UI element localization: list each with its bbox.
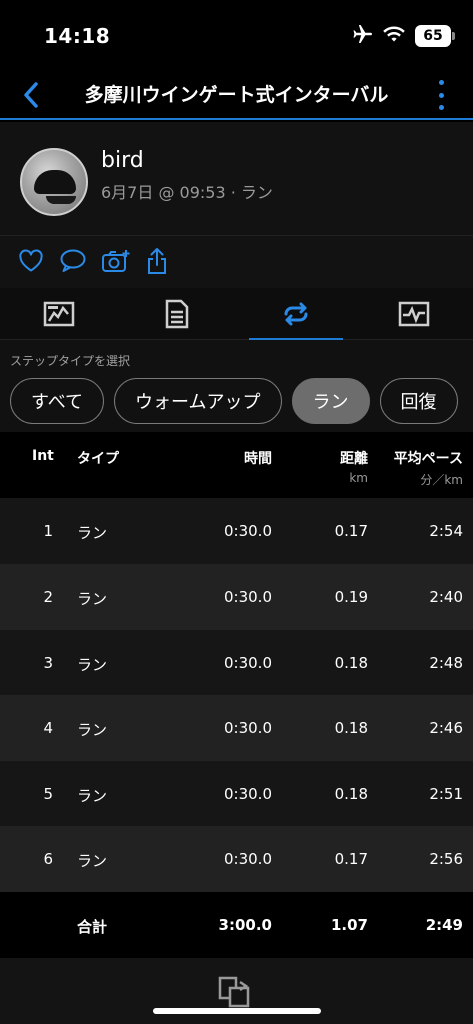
more-options-button[interactable] xyxy=(433,80,449,110)
heart-icon xyxy=(19,249,43,272)
tab-laps[interactable] xyxy=(237,288,355,340)
cell-type: ラン xyxy=(77,524,108,542)
more-dot-icon xyxy=(438,80,444,85)
cell-time: 0:30.0 xyxy=(224,719,272,737)
share-icon xyxy=(148,248,166,274)
status-icons: 65 xyxy=(351,24,455,48)
back-button[interactable] xyxy=(16,78,46,112)
add-photo-button[interactable] xyxy=(101,246,131,276)
activity-meta: 6月7日 @ 09:53 · ラン xyxy=(101,183,273,202)
cell-time: 0:30.0 xyxy=(224,785,272,803)
cell-pace: 2:40 xyxy=(429,588,463,606)
chip-all[interactable]: すべて xyxy=(10,378,105,424)
cell-type: ラン xyxy=(77,787,108,805)
comment-icon xyxy=(60,249,86,272)
header-pace-label: 平均ペース xyxy=(393,451,463,467)
header-type: タイプ xyxy=(77,451,119,467)
header-int: Int xyxy=(32,448,54,464)
cell-distance: 0.17 xyxy=(334,850,368,868)
user-name[interactable]: bird xyxy=(101,148,144,173)
cell-distance: 0.18 xyxy=(334,654,368,672)
totals-time: 3:00.0 xyxy=(218,916,272,934)
chip-warmup[interactable]: ウォームアップ xyxy=(114,378,282,424)
cell-int: 1 xyxy=(43,522,53,540)
action-row xyxy=(0,236,473,288)
table-row[interactable]: 5 ラン 0:30.0 0.18 2:51 xyxy=(0,761,473,827)
tab-overview[interactable] xyxy=(0,288,118,339)
totals-label: 合計 xyxy=(77,918,108,936)
cell-time: 0:30.0 xyxy=(224,654,272,672)
home-indicator[interactable] xyxy=(153,1008,321,1014)
table-row[interactable]: 6 ラン 0:30.0 0.17 2:56 xyxy=(0,826,473,892)
cell-time: 0:30.0 xyxy=(224,588,272,606)
tab-stats[interactable] xyxy=(118,288,236,339)
cell-pace: 2:48 xyxy=(429,654,463,672)
cell-pace: 2:46 xyxy=(429,719,463,737)
page-title: 多摩川ウインゲート式インターバル xyxy=(84,84,389,106)
wifi-icon xyxy=(383,25,405,47)
header-pace-unit: 分／km xyxy=(420,473,463,487)
totals-distance: 1.07 xyxy=(330,916,368,934)
filter-chip-group: すべて ウォームアップ ラン 回復 xyxy=(10,378,458,424)
header-distance: 距離 km xyxy=(340,448,368,485)
activity-tabs xyxy=(0,288,473,340)
pulse-chart-icon xyxy=(398,301,430,326)
nav-bar: 多摩川ウインゲート式インターバル xyxy=(0,72,473,120)
tab-charts[interactable] xyxy=(355,288,473,339)
header-distance-label: 距離 xyxy=(340,451,368,467)
copy-icon xyxy=(218,976,250,1008)
camera-plus-icon xyxy=(102,250,130,272)
comment-button[interactable] xyxy=(58,246,88,276)
document-list-icon xyxy=(166,299,189,328)
avatar[interactable] xyxy=(20,148,88,216)
share-button[interactable] xyxy=(142,246,172,276)
table-row[interactable]: 2 ラン 0:30.0 0.19 2:40 xyxy=(0,564,473,630)
repeat-loop-icon xyxy=(284,302,308,325)
chip-run[interactable]: ラン xyxy=(291,378,370,424)
cell-int: 4 xyxy=(43,719,53,737)
airplane-icon xyxy=(351,24,373,48)
cell-type: ラン xyxy=(77,590,108,608)
filter-label: ステップタイプを選択 xyxy=(10,354,131,368)
cell-time: 0:30.0 xyxy=(224,850,272,868)
table-row[interactable]: 4 ラン 0:30.0 0.18 2:46 xyxy=(0,695,473,761)
header-pace: 平均ペース 分／km xyxy=(394,448,463,488)
step-type-filter: ステップタイプを選択 すべて ウォームアップ ラン 回復 xyxy=(0,340,473,432)
battery-indicator: 65 xyxy=(415,25,455,47)
status-time: 14:18 xyxy=(44,24,111,48)
cell-pace: 2:56 xyxy=(429,850,463,868)
like-button[interactable] xyxy=(16,246,46,276)
avatar-cap-image xyxy=(34,170,76,204)
cell-pace: 2:54 xyxy=(429,522,463,540)
intervals-table-header: Int タイプ 時間 距離 km 平均ペース 分／km xyxy=(0,432,473,498)
cell-distance: 0.18 xyxy=(334,785,368,803)
bottom-bar xyxy=(0,958,473,1024)
chart-overview-icon xyxy=(43,301,75,326)
header-distance-unit: km xyxy=(349,471,368,485)
cell-int: 6 xyxy=(43,850,53,868)
table-row[interactable]: 1 ラン 0:30.0 0.17 2:54 xyxy=(0,498,473,564)
status-bar: 14:18 65 xyxy=(0,0,473,72)
cell-distance: 0.18 xyxy=(334,719,368,737)
totals-pace: 2:49 xyxy=(425,916,463,934)
cell-time: 0:30.0 xyxy=(224,522,272,540)
cell-type: ラン xyxy=(77,656,108,674)
chevron-left-icon xyxy=(24,82,38,108)
table-row[interactable]: 3 ラン 0:30.0 0.18 2:48 xyxy=(0,630,473,696)
cell-distance: 0.17 xyxy=(334,522,368,540)
cell-int: 2 xyxy=(43,588,53,606)
cell-type: ラン xyxy=(77,852,108,870)
cell-int: 3 xyxy=(43,654,53,672)
totals-row: 合計 3:00.0 1.07 2:49 xyxy=(0,892,473,958)
cell-pace: 2:51 xyxy=(429,785,463,803)
cell-distance: 0.19 xyxy=(334,588,368,606)
more-dot-icon xyxy=(438,105,444,110)
header-time: 時間 xyxy=(244,451,272,467)
cell-int: 5 xyxy=(43,785,53,803)
chip-recovery[interactable]: 回復 xyxy=(379,378,458,424)
more-dot-icon xyxy=(438,92,444,98)
cell-type: ラン xyxy=(77,721,108,739)
activity-header: bird 6月7日 @ 09:53 · ラン xyxy=(0,122,473,236)
